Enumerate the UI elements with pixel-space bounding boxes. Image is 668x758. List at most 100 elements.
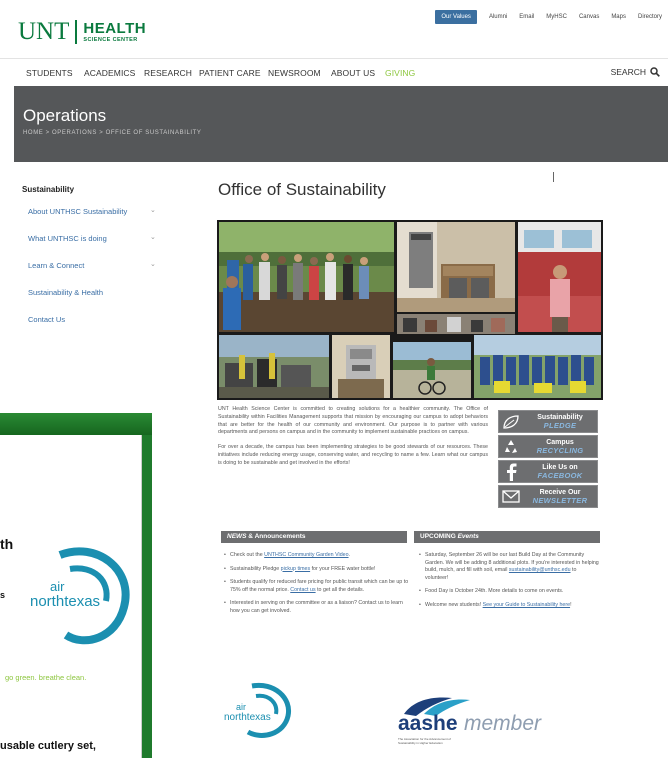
breadcrumb[interactable]: HOME > OPERATIONS > OFFICE OF SUSTAINABI… xyxy=(23,130,202,136)
chevron-down-icon[interactable]: ⌄ xyxy=(150,206,156,214)
leaf-icon xyxy=(499,411,523,432)
logo-wordmark: HEALTH SCIENCE CENTER xyxy=(83,21,146,44)
overlay-green-band xyxy=(0,413,152,435)
directory-link[interactable]: Directory xyxy=(638,14,662,20)
volunteer-group-photo xyxy=(474,335,601,398)
page-banner: Operations HOME > OPERATIONS > OFFICE OF… xyxy=(14,86,668,162)
air-north-texas-logo: air northtexas xyxy=(30,535,142,655)
nav-research[interactable]: RESEARCH xyxy=(144,68,192,78)
unthsc-logo[interactable]: UNT HEALTH SCIENCE CENTER xyxy=(18,18,146,46)
sidebar-title: Sustainability xyxy=(22,185,75,194)
garden-video-link[interactable]: UNTHSC Community Garden Video xyxy=(264,552,348,558)
overlay-content: th s air northtexas go green. breathe cl… xyxy=(0,435,142,758)
list-item: Students qualify for reduced fare pricin… xyxy=(224,579,410,594)
sidebar-item-sustainability-health[interactable]: Sustainability & Health xyxy=(22,288,172,315)
logo-separator xyxy=(75,20,78,44)
nav-newsroom[interactable]: NEWSROOM xyxy=(268,68,321,78)
air-word: air xyxy=(236,702,247,712)
search-icon xyxy=(650,67,660,77)
facebook-icon xyxy=(499,461,523,482)
nav-giving[interactable]: GIVING xyxy=(385,68,415,78)
air-word: air xyxy=(50,579,65,594)
maps-link[interactable]: Maps xyxy=(611,14,626,20)
news-list: Check out the UNTHSC Community Garden Vi… xyxy=(224,552,410,622)
pickup-times-link[interactable]: pickup times xyxy=(281,566,310,572)
overlay-partial-heading: th xyxy=(0,536,14,552)
events-heading: UPCOMING Events xyxy=(414,531,600,543)
events-heading-rest: UPCOMING xyxy=(420,533,458,540)
train-passenger-photo xyxy=(518,222,601,332)
sidebar-item-label: Sustainability & Health xyxy=(28,288,104,297)
chevron-down-icon[interactable]: ⌄ xyxy=(150,233,156,241)
page-title: Office of Sustainability xyxy=(218,180,386,199)
sidebar-item-label: What UNTHSC is doing xyxy=(28,234,107,243)
bike-rider-photo xyxy=(393,342,471,398)
canvas-link[interactable]: Canvas xyxy=(579,14,599,20)
list-item: Interested in serving on the committee o… xyxy=(224,600,410,615)
aashe-word: aashe xyxy=(398,712,458,735)
sidebar-item-about[interactable]: About UNTHSC Sustainability ⌄ xyxy=(22,207,172,234)
recycle-icon xyxy=(499,436,523,457)
logo-unt-text: UNT xyxy=(18,18,70,45)
logo-health-text: HEALTH xyxy=(83,19,147,37)
sidebar-item-contact-us[interactable]: Contact Us xyxy=(22,315,172,342)
aashe-subtitle: The Association for the Advancement of S… xyxy=(398,737,451,745)
logo-subtext: SCIENCE CENTER xyxy=(83,36,138,43)
envelope-icon xyxy=(499,486,523,507)
facebook-button[interactable]: Like Us on FACEBOOK xyxy=(498,460,598,483)
search-label: SEARCH xyxy=(610,67,646,77)
events-list: Saturday, September 26 will be our last … xyxy=(419,552,599,616)
nav-academics[interactable]: ACADEMICS xyxy=(84,68,135,78)
sustainability-email-link[interactable]: sustainability@unthsc.edu xyxy=(509,567,571,573)
northtexas-word: northtexas xyxy=(224,712,271,723)
badge-line2: PLEDGE xyxy=(543,420,577,430)
chevron-down-icon[interactable]: ⌄ xyxy=(150,260,156,268)
campus-recycling-button[interactable]: Campus RECYCLING xyxy=(498,435,598,458)
sidebar: Sustainability About UNTHSC Sustainabili… xyxy=(22,185,172,342)
search-button[interactable]: SEARCH xyxy=(611,67,660,77)
myhsc-link[interactable]: MyHSC xyxy=(546,14,567,20)
alumni-link[interactable]: Alumni xyxy=(489,14,507,20)
newsletter-button[interactable]: Receive Our NEWSLETTER xyxy=(498,485,598,508)
text-cursor xyxy=(553,172,554,182)
intro-text: UNT Health Science Center is committed t… xyxy=(218,406,488,468)
main-nav: STUDENTS ACADEMICS RESEARCH PATIENT CARE… xyxy=(0,58,668,86)
sidebar-item-label: About UNTHSC Sustainability xyxy=(28,207,128,216)
intro-paragraph: For over a decade, the campus has been i… xyxy=(218,444,488,466)
list-item: Sustainability Pledge pickup times for y… xyxy=(224,566,410,574)
nav-patient-care[interactable]: PATIENT CARE xyxy=(199,68,261,78)
email-link[interactable]: Email xyxy=(519,14,534,20)
news-heading-rest: & Announcements xyxy=(246,533,306,540)
recycling-bins-photo xyxy=(397,222,515,312)
aashe-member-word: member xyxy=(464,712,542,735)
sidebar-item-label: Learn & Connect xyxy=(28,261,85,270)
garden-group-photo xyxy=(219,222,394,332)
electronics-recycling-photo xyxy=(219,335,329,398)
aashe-member-logo[interactable]: aashe member The Association for the Adv… xyxy=(398,694,558,744)
our-values-button[interactable]: Our Values xyxy=(435,10,477,24)
air-north-texas-logo[interactable]: air northtexas xyxy=(222,680,302,740)
badge-line2: RECYCLING xyxy=(536,445,584,455)
contact-us-link[interactable]: Contact us xyxy=(290,587,315,593)
page-banner-title: Operations xyxy=(23,106,107,125)
events-heading-em: Events xyxy=(457,533,479,540)
nav-students[interactable]: STUDENTS xyxy=(26,68,73,78)
sidebar-item-what-unthsc-is-doing[interactable]: What UNTHSC is doing ⌄ xyxy=(22,234,172,261)
list-item: Saturday, September 26 will be our last … xyxy=(419,552,599,582)
sustainability-guide-link[interactable]: See your Guide to Sustainability here xyxy=(483,602,570,608)
nav-about-us[interactable]: ABOUT US xyxy=(331,68,375,78)
intro-paragraph: UNT Health Science Center is committed t… xyxy=(218,406,488,436)
badge-line2: NEWSLETTER xyxy=(532,495,588,505)
overlay-partial-letter: s xyxy=(0,590,6,600)
list-item: Food Day is October 24th. More details t… xyxy=(419,588,599,596)
news-heading-em: NEWS xyxy=(227,533,247,540)
classroom-photo xyxy=(397,314,515,334)
list-item: Welcome new students! See your Guide to … xyxy=(419,602,599,610)
sidebar-item-learn-connect[interactable]: Learn & Connect ⌄ xyxy=(22,261,172,288)
sustainability-pledge-button[interactable]: Sustainability PLEDGE xyxy=(498,410,598,433)
northtexas-word: northtexas xyxy=(30,593,101,610)
sidebar-item-label: Contact Us xyxy=(28,315,66,324)
news-heading: NEWS & Announcements xyxy=(221,531,407,543)
utility-links: Our Values Alumni Email MyHSC Canvas Map… xyxy=(435,10,662,24)
air-swirl-icon xyxy=(246,682,292,738)
